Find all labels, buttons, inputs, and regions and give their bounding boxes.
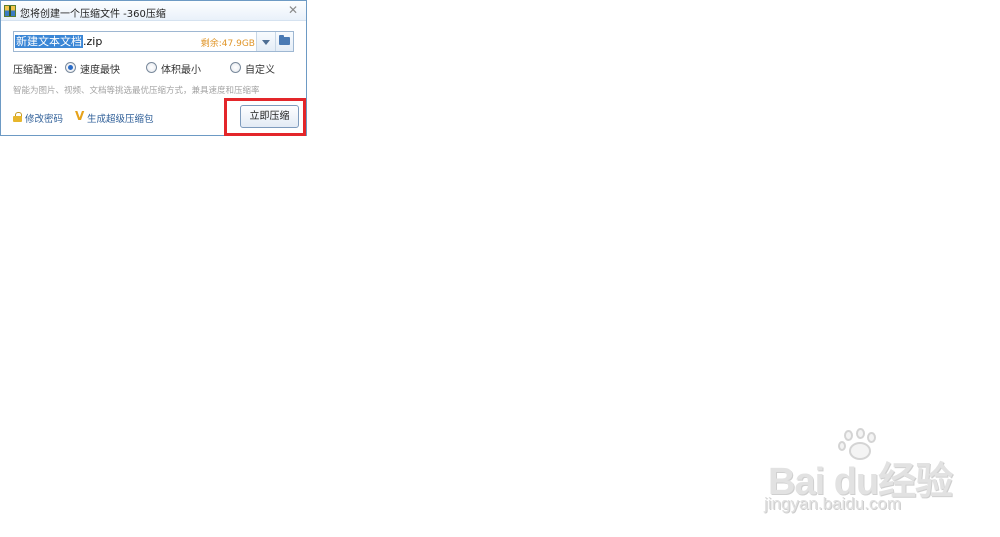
- filename-selected-part: 新建文本文档: [15, 35, 83, 48]
- radio-label-smallest: 体积最小: [161, 65, 201, 76]
- compression-config-row: 压缩配置： 速度最快 体积最小 自定义: [13, 61, 293, 76]
- config-label: 压缩配置：: [13, 65, 63, 76]
- title-bar[interactable]: 您将创建一个压缩文件 -360压缩 ✕: [1, 1, 306, 21]
- close-icon[interactable]: ✕: [287, 3, 299, 17]
- archive-app-icon: [4, 5, 16, 17]
- window-title: 您将创建一个压缩文件 -360压缩: [20, 9, 166, 20]
- filename-text[interactable]: 新建文本文档.zip: [15, 34, 102, 49]
- highlight-annotation: [224, 98, 306, 136]
- filename-input[interactable]: 新建文本文档.zip 剩余:47.9GB: [13, 31, 294, 52]
- compression-hint: 智能为图片、视频、文档等挑选最优压缩方式，兼具速度和压缩率: [13, 86, 260, 96]
- filename-extension: .zip: [83, 35, 103, 48]
- radio-button[interactable]: [146, 62, 157, 73]
- free-space-label: 剩余:47.9GB: [200, 39, 255, 49]
- watermark-url: jingyan.baidu.com: [764, 494, 902, 513]
- change-password-label: 修改密码: [25, 114, 64, 125]
- baidu-watermark: Bai du经验 jingyan.baidu.com: [760, 428, 960, 518]
- radio-button[interactable]: [230, 62, 241, 73]
- lock-icon: [13, 112, 22, 122]
- v-badge-icon: V: [75, 109, 85, 123]
- chevron-down-icon[interactable]: [256, 32, 275, 51]
- radio-label-custom: 自定义: [245, 65, 275, 76]
- folder-icon[interactable]: [275, 32, 293, 51]
- super-package-label: 生成超级压缩包: [87, 114, 154, 125]
- radio-label-fastest: 速度最快: [80, 65, 120, 76]
- radio-button-checked[interactable]: [65, 62, 76, 73]
